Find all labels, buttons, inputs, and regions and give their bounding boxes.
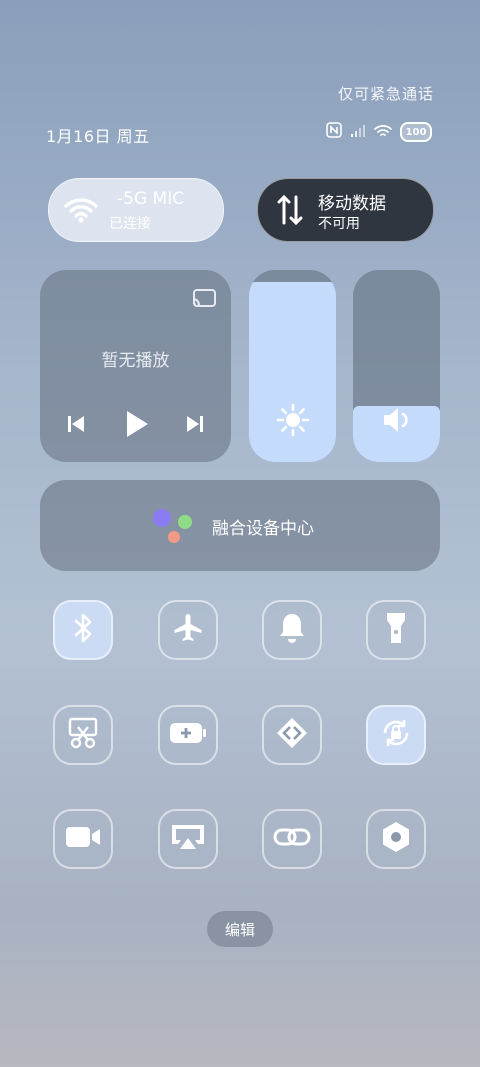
bell-icon (277, 611, 307, 649)
fusion-device-center-card[interactable]: 融合设备中心 (40, 480, 440, 571)
wifi-network-name: -5G MIC (117, 189, 185, 209)
link-toggle[interactable] (262, 809, 322, 869)
edit-button[interactable]: 编辑 (207, 911, 273, 947)
screen-recorder-toggle[interactable] (53, 809, 113, 869)
battery-plus-icon (169, 721, 207, 749)
cast-toggle[interactable] (262, 705, 322, 765)
cellular-signal-icon (350, 123, 366, 142)
device-center-logo-icon (152, 509, 196, 549)
no-media-text: 暂无播放 (101, 351, 170, 371)
flashlight-icon (384, 610, 408, 650)
airplane-mode-toggle[interactable] (158, 600, 218, 660)
bluetooth-toggle[interactable] (53, 600, 113, 660)
volume-slider[interactable] (353, 270, 440, 462)
rotation-lock-toggle[interactable] (366, 705, 426, 765)
screenshot-toggle[interactable] (53, 705, 113, 765)
play-icon[interactable] (124, 409, 150, 443)
video-camera-icon (64, 824, 102, 854)
brightness-icon (276, 403, 310, 441)
ring-mode-toggle[interactable] (262, 600, 322, 660)
media-player-card[interactable]: 暂无播放 (40, 270, 231, 462)
brightness-slider[interactable] (249, 270, 336, 462)
screen-mirroring-toggle[interactable] (158, 809, 218, 869)
data-transfer-icon (276, 193, 304, 231)
bluetooth-icon (71, 611, 95, 649)
volume-icon (382, 405, 414, 439)
next-track-icon[interactable] (185, 414, 205, 438)
mobile-data-label: 移动数据 (318, 194, 386, 214)
wifi-status-text: 已连接 (109, 216, 151, 232)
battery-saver-toggle[interactable] (158, 705, 218, 765)
link-icon (273, 822, 311, 856)
rotation-lock-icon (379, 716, 413, 754)
cast-screen-icon[interactable] (191, 288, 217, 312)
wifi-tile[interactable]: -5G MIC 已连接 (48, 178, 224, 242)
nfc-icon (326, 122, 342, 142)
wifi-icon (63, 196, 99, 228)
diamond-code-icon (275, 716, 309, 754)
airplane-icon (171, 611, 205, 649)
settings-toggle[interactable] (366, 809, 426, 869)
previous-track-icon[interactable] (66, 414, 86, 438)
screenshot-scissors-icon (67, 716, 99, 754)
status-icons: 100 (326, 122, 432, 142)
emergency-call-only-text: 仅可紧急通话 (337, 85, 434, 103)
airplay-icon (170, 822, 206, 856)
wifi-status-icon (374, 123, 392, 142)
battery-icon: 100 (400, 122, 432, 142)
flashlight-toggle[interactable] (366, 600, 426, 660)
mobile-data-tile[interactable]: 移动数据 不可用 (257, 178, 434, 242)
fusion-device-center-label: 融合设备中心 (212, 519, 314, 539)
date-label: 1月16日 周五 (46, 127, 150, 146)
hexagon-settings-icon (380, 820, 412, 858)
mobile-data-status: 不可用 (318, 216, 360, 232)
